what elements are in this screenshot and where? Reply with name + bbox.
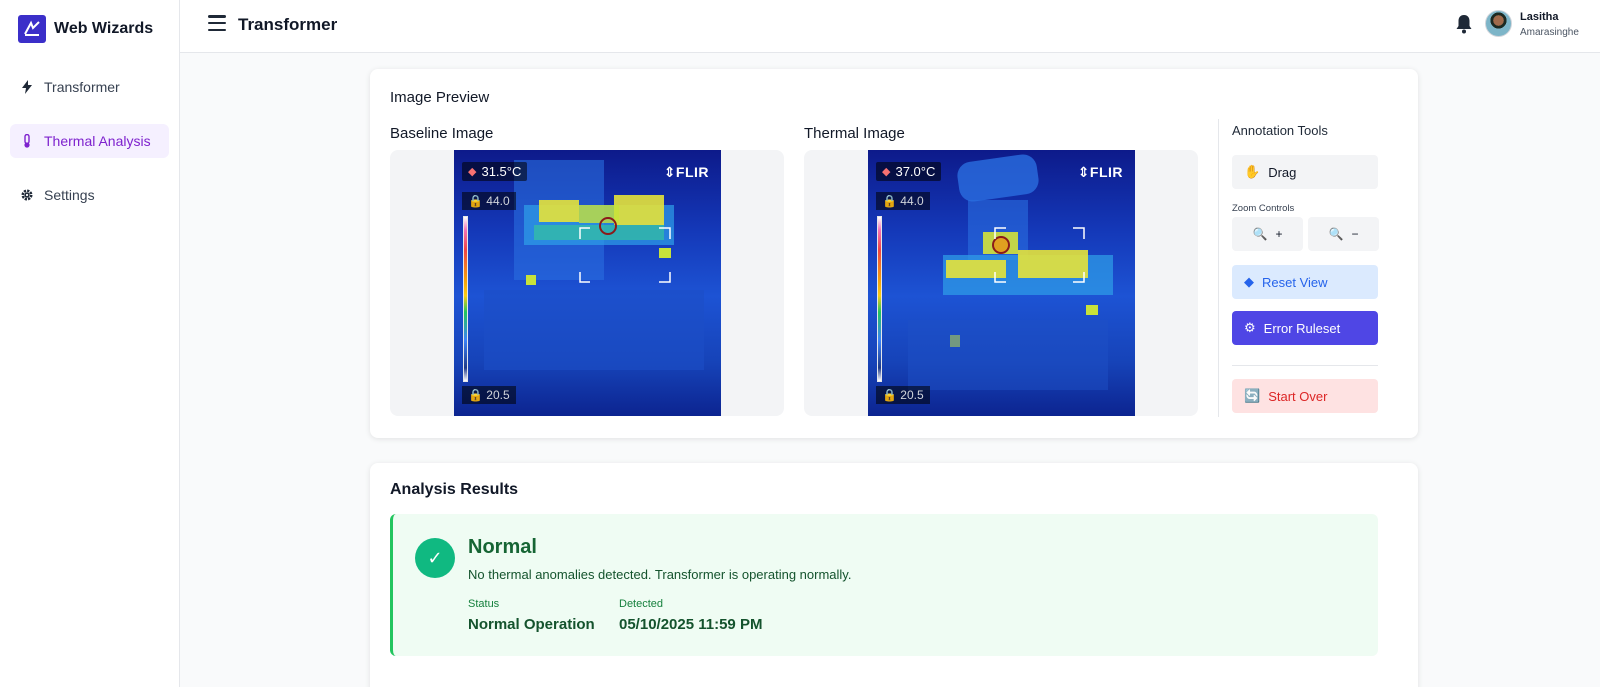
brand-logo-icon	[18, 15, 46, 43]
gear-icon: ⚙	[1244, 320, 1256, 335]
drag-button[interactable]: ✋ Drag	[1232, 155, 1378, 189]
thermometer-icon	[20, 134, 34, 148]
thermal-spot-temp-value: 37.0°C	[895, 164, 936, 179]
tools-separator	[1232, 365, 1378, 366]
user-first-name: Lasitha	[1520, 11, 1559, 23]
result-status-title: Normal	[468, 536, 537, 558]
analysis-results-title: Analysis Results	[390, 481, 519, 498]
error-ruleset-button[interactable]: ⚙ Error Ruleset	[1232, 311, 1378, 345]
refresh-icon: 🔄	[1244, 388, 1261, 403]
result-description: No thermal anomalies detected. Transform…	[468, 567, 852, 582]
baseline-thermal-image[interactable]: ◆ 31.5°C ⇕FLIR 🔒 44.0 🔒 20.5	[454, 150, 721, 416]
app-root: Web Wizards Transformer Thermal Analysis…	[0, 0, 1600, 687]
page-title: Transformer	[238, 15, 338, 34]
thermal-color-scale	[877, 216, 882, 382]
status-value: Normal Operation	[468, 616, 595, 633]
tools-divider	[1218, 119, 1219, 417]
avatar[interactable]	[1485, 10, 1512, 37]
zoom-in-button[interactable]: 🔍 +	[1232, 217, 1303, 251]
sidebar-item-thermal-analysis[interactable]: Thermal Analysis	[10, 124, 169, 158]
user-last-name: Amarasinghe	[1520, 27, 1579, 38]
thermal-image-panel[interactable]: ◆ 37.0°C ⇕FLIR 🔒 44.0 🔒 20.5	[804, 150, 1198, 416]
sidebar-item-label: Settings	[44, 187, 95, 203]
baseline-scale-min-value: 20.5	[486, 388, 510, 402]
thermal-scale-max-value: 44.0	[900, 194, 924, 208]
baseline-scale-min: 🔒 20.5	[462, 386, 516, 404]
status-label: Status	[468, 598, 500, 610]
baseline-spot-temp: ◆ 31.5°C	[462, 162, 528, 181]
thermal-scale-max: 🔒 44.0	[876, 192, 930, 210]
drag-button-label: Drag	[1268, 164, 1297, 180]
sidebar-item-label: Thermal Analysis	[44, 133, 151, 149]
detected-label: Detected	[619, 598, 664, 610]
start-over-label: Start Over	[1268, 388, 1328, 404]
sidebar-item-transformer[interactable]: Transformer	[10, 70, 169, 104]
brand-name: Web Wizards	[54, 20, 154, 37]
reset-view-button[interactable]: ◆ Reset View	[1232, 265, 1378, 299]
baseline-color-scale	[463, 216, 468, 382]
thermal-scale-min: 🔒 20.5	[876, 386, 930, 404]
baseline-scale-max-value: 44.0	[486, 194, 510, 208]
baseline-flir-logo: ⇕FLIR	[663, 164, 709, 180]
thermal-spot-temp: ◆ 37.0°C	[876, 162, 942, 181]
baseline-image-label: Baseline Image	[390, 125, 494, 142]
baseline-flir-text: FLIR	[675, 164, 709, 180]
magnifier-icon: 🔍	[1328, 227, 1344, 241]
zoom-in-label: +	[1275, 227, 1283, 241]
current-thermal-image[interactable]: ◆ 37.0°C ⇕FLIR 🔒 44.0 🔒 20.5	[868, 150, 1135, 416]
thermal-image-label: Thermal Image	[804, 125, 905, 142]
bolt-icon	[20, 80, 34, 94]
thermal-flir-text: FLIR	[1089, 164, 1123, 180]
sidebar-item-label: Transformer	[44, 79, 120, 95]
image-preview-title: Image Preview	[390, 89, 490, 106]
reset-view-label: Reset View	[1262, 274, 1328, 290]
thermal-scale-min-value: 20.5	[900, 388, 924, 402]
image-preview-card: Image Preview Baseline Image ◆ 31.5°C ⇕F…	[370, 69, 1418, 438]
error-ruleset-label: Error Ruleset	[1263, 320, 1341, 336]
sidebar-item-settings[interactable]: Settings	[10, 178, 169, 212]
sidebar-nav: Transformer Thermal Analysis Settings	[0, 70, 179, 212]
baseline-image-panel[interactable]: ◆ 31.5°C ⇕FLIR 🔒 44.0 🔒 20.5	[390, 150, 784, 416]
magnifier-icon: 🔍	[1252, 227, 1268, 241]
notifications-bell-icon[interactable]	[1455, 14, 1473, 34]
detected-value: 05/10/2025 11:59 PM	[619, 616, 763, 633]
brand[interactable]: Web Wizards	[0, 0, 179, 58]
baseline-scale-max: 🔒 44.0	[462, 192, 516, 210]
zoom-controls-label: Zoom Controls	[1232, 203, 1295, 214]
thermal-heat-shapes	[908, 154, 1113, 390]
menu-toggle-icon[interactable]	[208, 15, 226, 31]
sidebar: Web Wizards Transformer Thermal Analysis…	[0, 0, 180, 687]
check-circle-icon: ✓	[415, 538, 455, 578]
zoom-out-button[interactable]: 🔍 −	[1308, 217, 1379, 251]
gear-icon	[20, 188, 34, 202]
baseline-heat-shapes	[484, 160, 704, 370]
start-over-button[interactable]: 🔄 Start Over	[1232, 379, 1378, 413]
thermal-flir-logo: ⇕FLIR	[1077, 164, 1123, 180]
main-content: Image Preview Baseline Image ◆ 31.5°C ⇕F…	[180, 53, 1600, 687]
baseline-spot-temp-value: 31.5°C	[481, 164, 522, 179]
annotation-tools-title: Annotation Tools	[1232, 123, 1328, 138]
zoom-out-label: −	[1351, 227, 1359, 241]
analysis-results-card: Analysis Results ✓ Normal No thermal ano…	[370, 463, 1418, 687]
diamond-icon: ◆	[1244, 274, 1254, 289]
top-bar: Transformer Lasitha Amarasinghe	[180, 0, 1600, 53]
hand-icon: ✋	[1244, 164, 1261, 179]
result-status-box: ✓ Normal No thermal anomalies detected. …	[390, 514, 1378, 656]
